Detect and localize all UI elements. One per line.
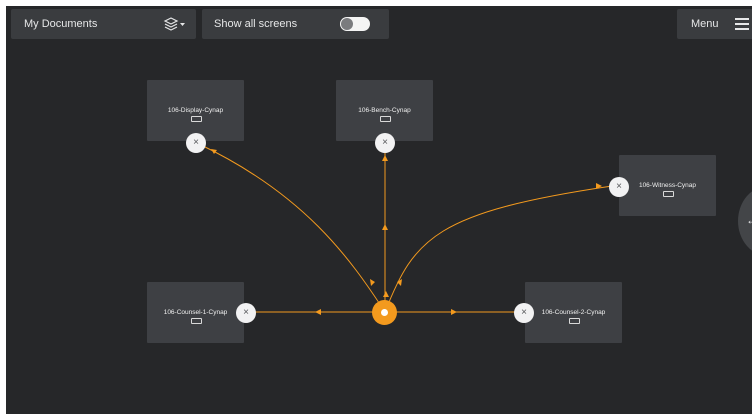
screen-name: 106-Counsel-2-Cynap — [541, 309, 606, 316]
display-device-icon — [663, 191, 674, 197]
remove-bench-button[interactable]: × — [375, 133, 395, 153]
screen-name: 106-Display-Cynap — [167, 107, 224, 114]
screen-name: 106-Bench-Cynap — [358, 107, 411, 114]
arrow-source-left — [370, 279, 375, 286]
workspace-canvas: My Documents Show all screens Menu 106-D… — [6, 6, 752, 414]
remove-display-button[interactable]: × — [186, 133, 206, 153]
screen-tile-bench[interactable]: 106-Bench-Cynap — [336, 80, 433, 141]
arrow-source-mid — [383, 291, 389, 297]
display-device-icon — [380, 116, 391, 122]
arrow-display — [211, 149, 217, 154]
screen-name: 106-Witness-Cynap — [638, 182, 697, 189]
arrow-counsel-1 — [315, 309, 321, 315]
remove-counsel-2-button[interactable]: × — [514, 303, 534, 323]
display-device-icon — [191, 116, 202, 122]
display-device-icon — [569, 318, 580, 324]
remove-witness-button[interactable]: × — [609, 177, 629, 197]
remove-counsel-1-button[interactable]: × — [236, 303, 256, 323]
display-device-icon — [191, 318, 202, 324]
screen-tile-counsel-2[interactable]: 106-Counsel-2-Cynap — [525, 282, 622, 343]
screen-tile-display[interactable]: 106-Display-Cynap — [147, 80, 244, 141]
arrow-left-icon: ← — [746, 213, 752, 227]
source-dot — [381, 309, 388, 316]
arrow-bench-top — [382, 155, 388, 161]
arrow-bench-mid — [382, 224, 388, 230]
arrow-counsel-2 — [451, 309, 457, 315]
screen-tile-counsel-1[interactable]: 106-Counsel-1-Cynap — [147, 282, 244, 343]
source-node[interactable] — [372, 300, 397, 325]
screen-tile-witness[interactable]: 106-Witness-Cynap — [619, 155, 716, 216]
screen-name: 106-Counsel-1-Cynap — [163, 309, 228, 316]
